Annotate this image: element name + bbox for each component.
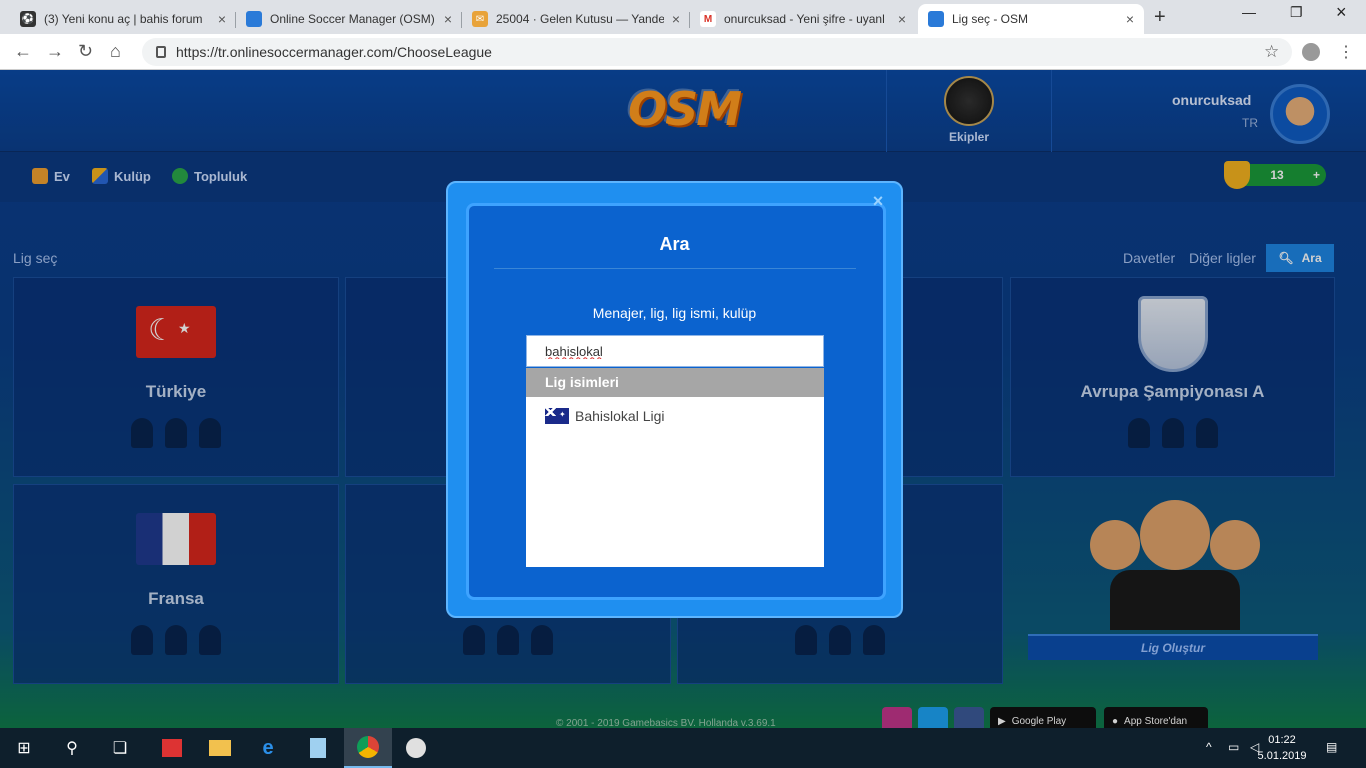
search-results-dropdown: Lig isimleri Bahislokal Ligi <box>526 368 824 567</box>
search-result-item[interactable]: Bahislokal Ligi <box>526 397 824 435</box>
bookmark-star-icon[interactable]: ☆ <box>1264 42 1279 62</box>
clock-time: 01:22 <box>1268 734 1296 746</box>
forward-icon[interactable]: → <box>46 41 64 62</box>
osm-favicon-icon <box>928 11 944 27</box>
soccer-ball-icon: ⚽ <box>20 11 36 27</box>
browser-tab[interactable]: ✉ 25004 · Gelen Kutusu — Yande × <box>462 4 690 34</box>
home-icon[interactable]: ⌂ <box>110 41 121 62</box>
edge-browser-icon[interactable]: e <box>244 728 292 768</box>
menu-kebab-icon[interactable]: ⋮ <box>1338 42 1354 62</box>
browser-tab[interactable]: ⚽ (3) Yeni konu aç | bahis forum × <box>10 4 236 34</box>
tab-title: Online Soccer Manager (OSM) <box>270 12 435 26</box>
clock-date: 5.01.2019 <box>1257 750 1307 762</box>
result-name: Bahislokal Ligi <box>575 408 665 424</box>
reader-app-icon[interactable] <box>148 728 196 768</box>
search-icon[interactable]: ⚲ <box>48 728 96 768</box>
maximize-icon[interactable]: ❐ <box>1290 4 1303 21</box>
minimize-icon[interactable]: — <box>1242 4 1256 20</box>
close-icon[interactable]: × <box>1126 11 1134 27</box>
close-icon[interactable]: × <box>898 11 906 27</box>
mail-icon: ✉ <box>472 11 488 27</box>
browser-tab[interactable]: Online Soccer Manager (OSM) × <box>236 4 462 34</box>
back-icon[interactable]: ← <box>14 41 32 62</box>
chrome-icon[interactable] <box>344 728 392 768</box>
tab-title: 25004 · Gelen Kutusu — Yande <box>496 12 664 26</box>
search-input[interactable] <box>526 335 824 367</box>
close-window-icon[interactable]: × <box>1336 2 1347 23</box>
notifications-icon[interactable]: ▤ <box>1326 740 1337 754</box>
network-icon[interactable]: ▭ <box>1228 740 1239 754</box>
gmail-icon: M <box>700 11 716 27</box>
windows-start-icon[interactable]: ⊞ <box>0 728 48 768</box>
browser-tab[interactable]: M onurcuksad - Yeni şifre - uyanl × <box>690 4 916 34</box>
osm-favicon-icon <box>246 11 262 27</box>
address-bar: ← → ↻ ⌂ https://tr.onlinesoccermanager.c… <box>0 34 1366 70</box>
modal-hint: Menajer, lig, lig ismi, kulüp <box>592 305 757 321</box>
url-text: https://tr.onlinesoccermanager.com/Choos… <box>176 44 492 60</box>
close-icon[interactable]: × <box>218 11 226 27</box>
modal-divider <box>494 268 856 269</box>
file-explorer-icon[interactable] <box>196 728 244 768</box>
tray-expand-icon[interactable]: ^ <box>1206 740 1212 754</box>
tab-title: onurcuksad - Yeni şifre - uyanl <box>724 12 885 26</box>
australia-flag-icon <box>545 408 569 424</box>
close-icon[interactable]: × <box>444 11 452 27</box>
taskbar: ⊞ ⚲ ❏ e ^ ▭ ◁ 01:22 5.01.2019 ▤ <box>0 728 1366 768</box>
close-icon[interactable]: × <box>672 11 680 27</box>
profile-avatar-icon[interactable] <box>1302 43 1320 61</box>
results-section-header: Lig isimleri <box>526 368 824 397</box>
browser-tab-bar: ⚽ (3) Yeni konu aç | bahis forum × Onlin… <box>0 0 1366 34</box>
tab-title: Lig seç - OSM <box>952 12 1029 26</box>
reload-icon[interactable]: ↻ <box>78 41 93 62</box>
url-field[interactable]: https://tr.onlinesoccermanager.com/Choos… <box>142 38 1292 66</box>
tab-title: (3) Yeni konu aç | bahis forum <box>44 12 203 26</box>
clock[interactable]: 01:22 5.01.2019 <box>1252 732 1312 764</box>
new-tab-icon[interactable]: + <box>1154 6 1166 29</box>
task-view-icon[interactable]: ❏ <box>96 728 144 768</box>
paint-icon[interactable] <box>392 728 440 768</box>
modal-title: Ara <box>659 234 690 254</box>
browser-tab-active[interactable]: Lig seç - OSM × <box>918 4 1144 34</box>
close-icon[interactable]: × <box>869 192 887 210</box>
notepad-icon[interactable] <box>294 728 342 768</box>
lock-icon <box>156 46 166 58</box>
